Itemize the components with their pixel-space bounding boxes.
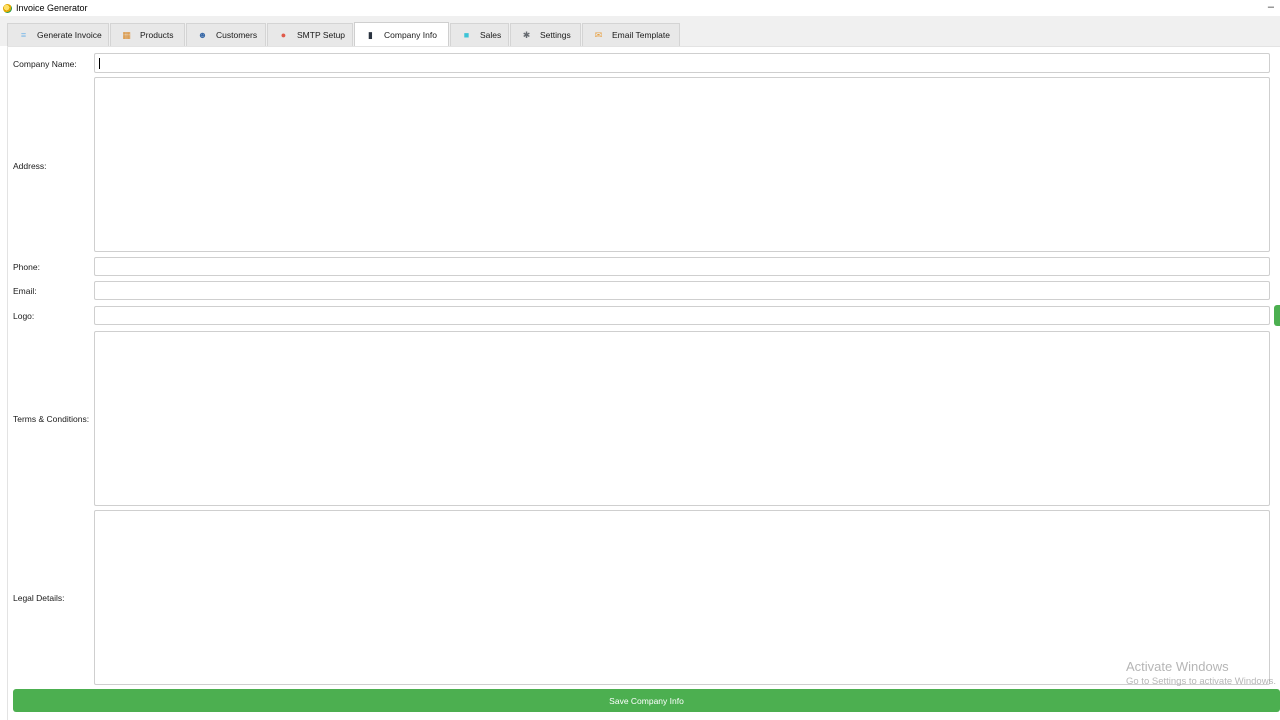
legal-details-textarea[interactable] bbox=[94, 510, 1270, 685]
tab-settings[interactable]: ✱ Settings bbox=[510, 23, 581, 46]
title-bar: Invoice Generator – bbox=[0, 0, 1280, 16]
email-input[interactable] bbox=[94, 281, 1270, 300]
mail-server-icon: ● bbox=[280, 29, 287, 40]
watermark-title: Activate Windows bbox=[1126, 659, 1229, 674]
tab-generate-invoice[interactable]: ≡ Generate Invoice bbox=[7, 23, 109, 46]
minimize-button[interactable]: – bbox=[1268, 1, 1274, 13]
tab-smtp-setup[interactable]: ● SMTP Setup bbox=[267, 23, 353, 46]
tab-label: Settings bbox=[540, 30, 571, 40]
company-name-input[interactable] bbox=[94, 53, 1270, 73]
address-label: Address: bbox=[13, 161, 47, 171]
notebook-icon: ▮ bbox=[368, 29, 373, 40]
legal-details-label: Legal Details: bbox=[13, 593, 65, 603]
gear-icon: ✱ bbox=[522, 29, 531, 40]
chart-icon: ■ bbox=[463, 29, 470, 40]
phone-input[interactable] bbox=[94, 257, 1270, 276]
envelope-icon: ✉ bbox=[594, 29, 603, 40]
tab-customers[interactable]: ☻ Customers bbox=[186, 23, 266, 46]
activation-watermark: Activate Windows Go to Settings to activ… bbox=[1126, 659, 1280, 687]
phone-label: Phone: bbox=[13, 262, 40, 272]
logo-input[interactable] bbox=[94, 306, 1270, 325]
email-label: Email: bbox=[13, 286, 37, 296]
save-company-info-button[interactable]: Save Company Info bbox=[13, 689, 1280, 712]
tab-products[interactable]: ▦ Products bbox=[110, 23, 185, 46]
app-logo-icon bbox=[3, 3, 12, 13]
browse-logo-button[interactable] bbox=[1274, 305, 1280, 326]
text-caret bbox=[99, 58, 100, 69]
watermark-subtitle: Go to Settings to activate Windows. bbox=[1126, 676, 1276, 687]
tab-label: Products bbox=[140, 30, 174, 40]
logo-label: Logo: bbox=[13, 311, 35, 321]
tab-label: Generate Invoice bbox=[37, 30, 102, 40]
tab-sales[interactable]: ■ Sales bbox=[450, 23, 509, 46]
company-name-label: Company Name: bbox=[13, 59, 77, 69]
terms-textarea[interactable] bbox=[94, 331, 1270, 506]
address-textarea[interactable] bbox=[94, 77, 1270, 252]
terms-label: Terms & Conditions: bbox=[13, 414, 90, 424]
tab-label: Company Info bbox=[384, 30, 437, 40]
tab-label: Sales bbox=[480, 30, 502, 40]
tab-label: SMTP Setup bbox=[297, 30, 346, 40]
tab-bar: ≡ Generate Invoice ▦ Products ☻ Customer… bbox=[0, 16, 1280, 47]
tab-email-template[interactable]: ✉ Email Template bbox=[582, 23, 680, 46]
tab-company-info[interactable]: ▮ Company Info bbox=[354, 22, 449, 47]
document-lines-icon: ≡ bbox=[20, 29, 27, 40]
tab-label: Customers bbox=[216, 30, 258, 40]
person-icon: ☻ bbox=[197, 29, 208, 40]
window-title: Invoice Generator bbox=[16, 3, 88, 13]
tab-label: Email Template bbox=[612, 30, 670, 40]
boxes-icon: ▦ bbox=[122, 29, 131, 40]
